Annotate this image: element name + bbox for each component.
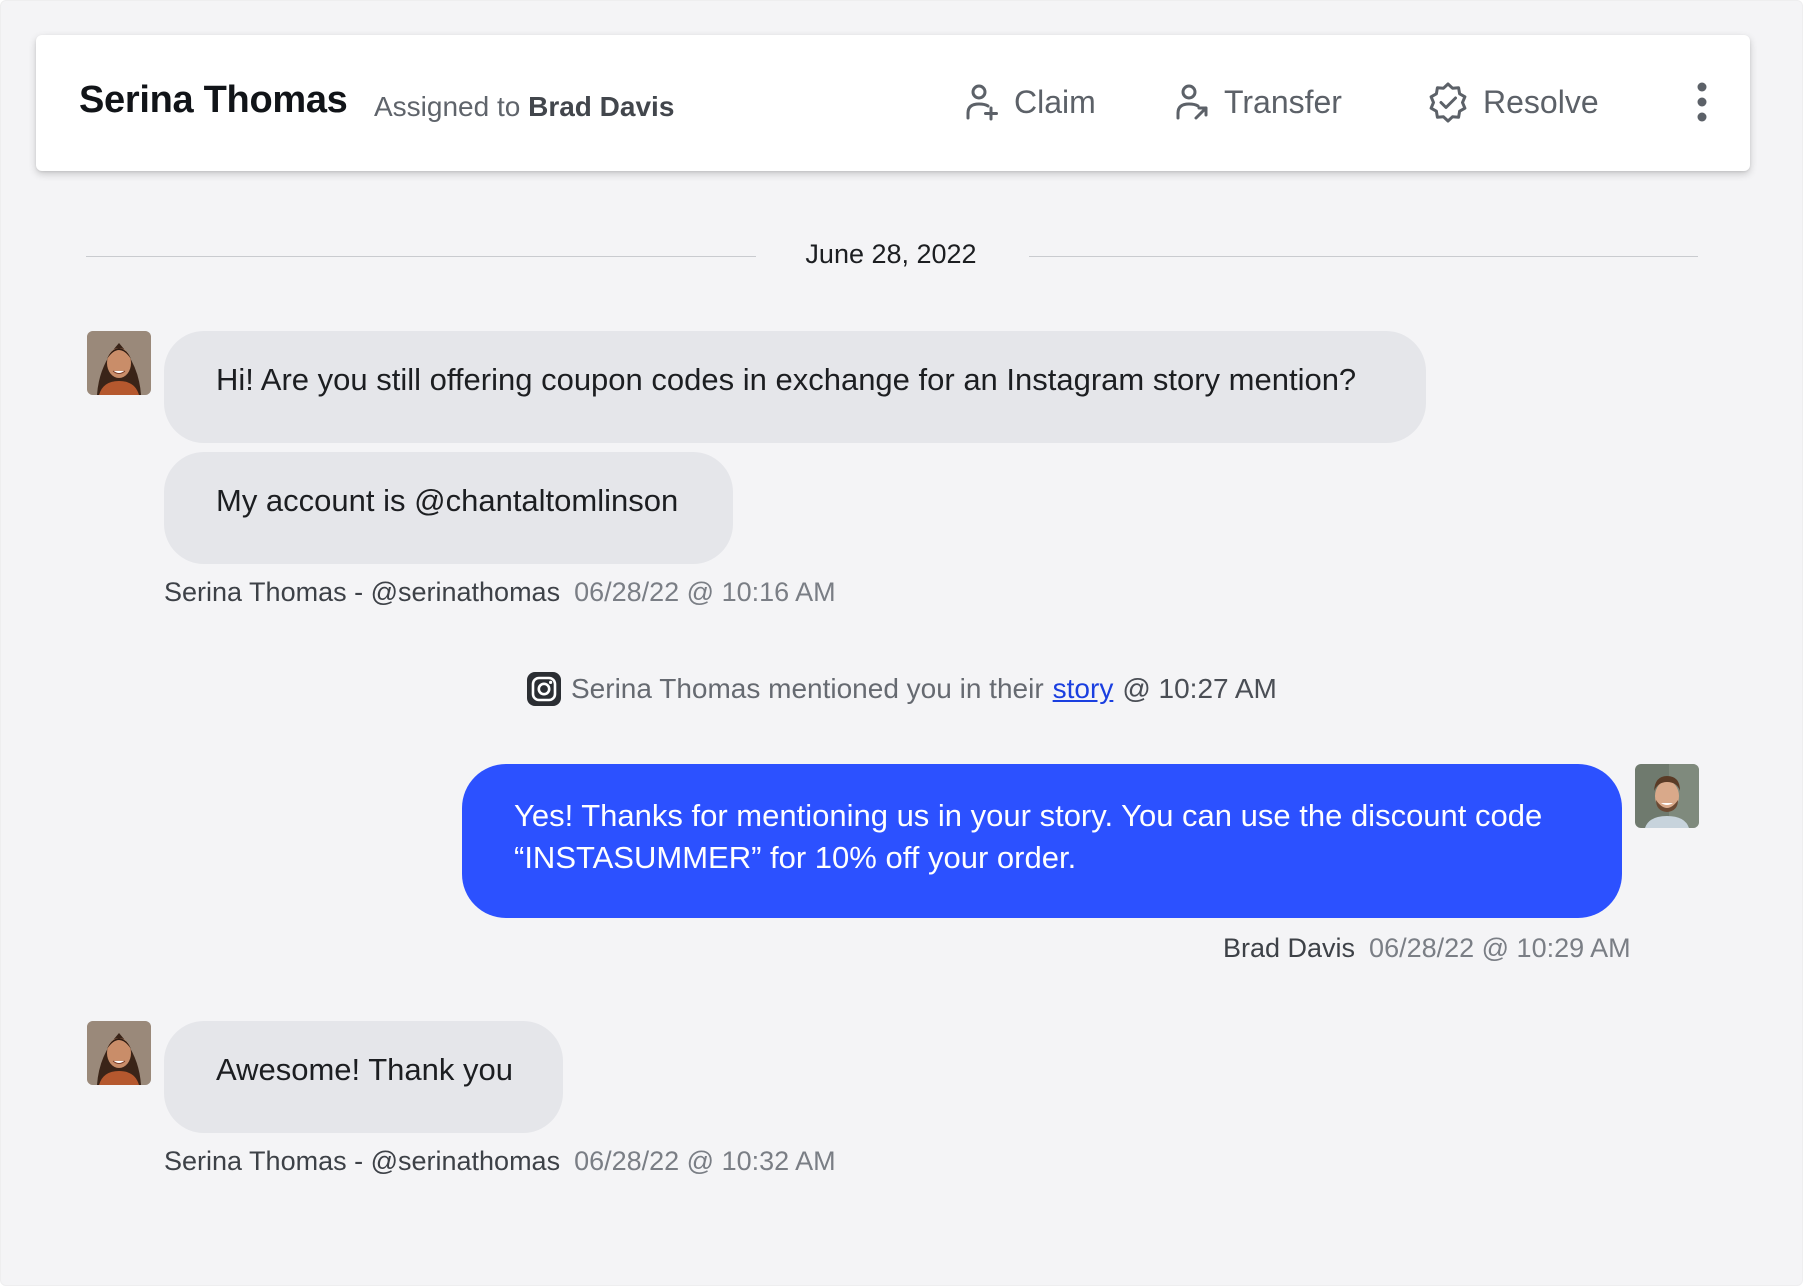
conversation-header: Serina Thomas Assigned to Brad Davis Cla…	[36, 35, 1750, 171]
conversation-view: Serina Thomas Assigned to Brad Davis Cla…	[0, 0, 1803, 1286]
assigned-prefix: Assigned to	[374, 91, 521, 122]
more-options-button[interactable]	[1690, 81, 1714, 125]
outgoing-message-line: Yes! Thanks for mentioning us in your st…	[514, 798, 1543, 833]
date-divider-line-right	[1029, 256, 1698, 257]
message-sender: Serina Thomas - @serinathomas	[164, 577, 561, 607]
story-link[interactable]: story	[1053, 673, 1114, 705]
transfer-button[interactable]: Transfer	[1174, 79, 1342, 125]
person-add-icon	[966, 84, 998, 121]
transfer-label: Transfer	[1224, 83, 1342, 120]
incoming-message: Awesome! Thank you	[164, 1021, 563, 1133]
customer-avatar	[87, 1021, 151, 1085]
assignment-label: Assigned to Brad Davis	[374, 91, 674, 123]
incoming-message: My account is @chantaltomlinson	[164, 452, 733, 564]
event-text: Serina Thomas mentioned you in their	[571, 673, 1044, 704]
claim-label: Claim	[1014, 83, 1096, 120]
outgoing-message-line: “INSTASUMMER” for 10% off your order.	[514, 840, 1077, 875]
resolve-label: Resolve	[1483, 83, 1599, 120]
message-meta: Brad Davis 06/28/22 @ 10:29 AM	[1223, 933, 1631, 964]
badge-check-icon	[1429, 82, 1467, 123]
message-sender: Brad Davis	[1223, 933, 1356, 963]
vertical-ellipsis-icon	[1697, 82, 1707, 122]
event-time: @ 10:27 AM	[1122, 673, 1277, 704]
message-timestamp: 06/28/22 @ 10:29 AM	[1369, 933, 1631, 963]
incoming-message: Hi! Are you still offering coupon codes …	[164, 331, 1426, 443]
message-timestamp: 06/28/22 @ 10:32 AM	[574, 1146, 836, 1176]
message-meta: Serina Thomas - @serinathomas 06/28/22 @ …	[164, 1146, 836, 1177]
resolve-button[interactable]: Resolve	[1427, 79, 1599, 125]
story-mention-event: Serina Thomas mentioned you in their sto…	[526, 669, 1277, 709]
instagram-icon	[527, 672, 561, 706]
message-sender: Serina Thomas - @serinathomas	[164, 1146, 561, 1176]
assigned-agent: Brad Davis	[528, 91, 675, 122]
person-transfer-icon	[1176, 84, 1208, 120]
customer-avatar	[87, 331, 151, 395]
date-divider: June 28, 2022	[805, 239, 977, 269]
outgoing-message: Yes! Thanks for mentioning us in your st…	[462, 764, 1622, 918]
contact-name: Serina Thomas	[79, 79, 348, 121]
claim-button[interactable]: Claim	[964, 79, 1096, 125]
agent-avatar	[1635, 764, 1699, 828]
message-meta: Serina Thomas - @serinathomas 06/28/22 @ …	[164, 577, 836, 608]
message-timestamp: 06/28/22 @ 10:16 AM	[574, 577, 836, 607]
date-divider-line-left	[86, 256, 756, 257]
